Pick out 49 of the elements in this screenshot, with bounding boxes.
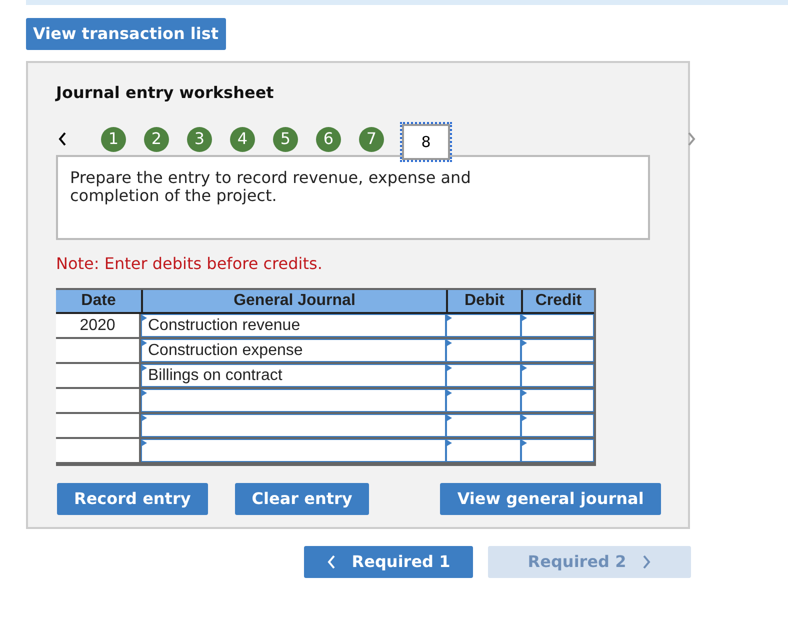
entry-field[interactable]: Construction revenue <box>141 314 446 337</box>
entry-field[interactable]: Billings on contract <box>141 364 446 387</box>
entry-field[interactable] <box>521 314 594 337</box>
required-nav-button[interactable]: Required 1 <box>304 546 473 578</box>
entry-field[interactable] <box>446 314 521 337</box>
entry-field[interactable] <box>521 414 594 437</box>
entry-field[interactable] <box>141 439 446 462</box>
entry-field[interactable] <box>141 389 446 412</box>
step-tab[interactable]: 2 <box>144 126 169 152</box>
step-tab[interactable]: 5 <box>273 126 298 152</box>
chevron-left-icon <box>58 132 67 146</box>
action-button[interactable]: View general journal <box>440 483 661 515</box>
entry-field[interactable]: Construction expense <box>141 339 446 362</box>
chevron-left-icon <box>326 555 336 569</box>
marker-icon <box>142 340 147 346</box>
entry-field[interactable] <box>446 364 521 387</box>
marker-icon <box>142 365 147 371</box>
entry-field[interactable] <box>446 439 521 462</box>
worksheet-title: Journal entry worksheet <box>56 82 275 104</box>
note-text: Note: Enter debits before credits. <box>56 253 324 275</box>
step-tab[interactable]: 1 <box>101 126 126 152</box>
step-tab[interactable]: 3 <box>187 126 212 152</box>
entry-field[interactable] <box>446 339 521 362</box>
view-transaction-list-button[interactable]: View transaction list <box>26 18 226 50</box>
step-tab[interactable]: 8 <box>402 124 450 160</box>
marker-icon <box>142 390 147 396</box>
entry-field[interactable] <box>521 439 594 462</box>
entry-field[interactable] <box>446 414 521 437</box>
column-header: Date <box>56 290 141 314</box>
step-tab[interactable]: 7 <box>359 126 384 152</box>
entry-field[interactable] <box>521 339 594 362</box>
action-button[interactable]: Clear entry <box>234 483 370 515</box>
prompt-text: Prepare the entry to record revenue, expense and completion of the project. <box>70 169 472 205</box>
previous-step-button[interactable] <box>58 132 67 146</box>
marker-icon <box>142 415 147 421</box>
marker-icon <box>142 315 147 321</box>
action-button[interactable]: Record entry <box>57 483 208 515</box>
entry-field[interactable] <box>521 364 594 387</box>
step-tab[interactable]: 4 <box>230 126 255 152</box>
step-tab[interactable]: 6 <box>316 126 341 152</box>
field-value: Billings on contract <box>148 368 282 384</box>
entry-field[interactable] <box>446 389 521 412</box>
chevron-right-icon <box>687 132 696 146</box>
field-value: Construction revenue <box>148 318 300 334</box>
chevron-right-icon <box>642 555 652 569</box>
entry-field[interactable] <box>141 414 446 437</box>
entry-field[interactable] <box>521 389 594 412</box>
marker-icon <box>142 440 147 446</box>
field-value: Construction expense <box>148 342 303 358</box>
